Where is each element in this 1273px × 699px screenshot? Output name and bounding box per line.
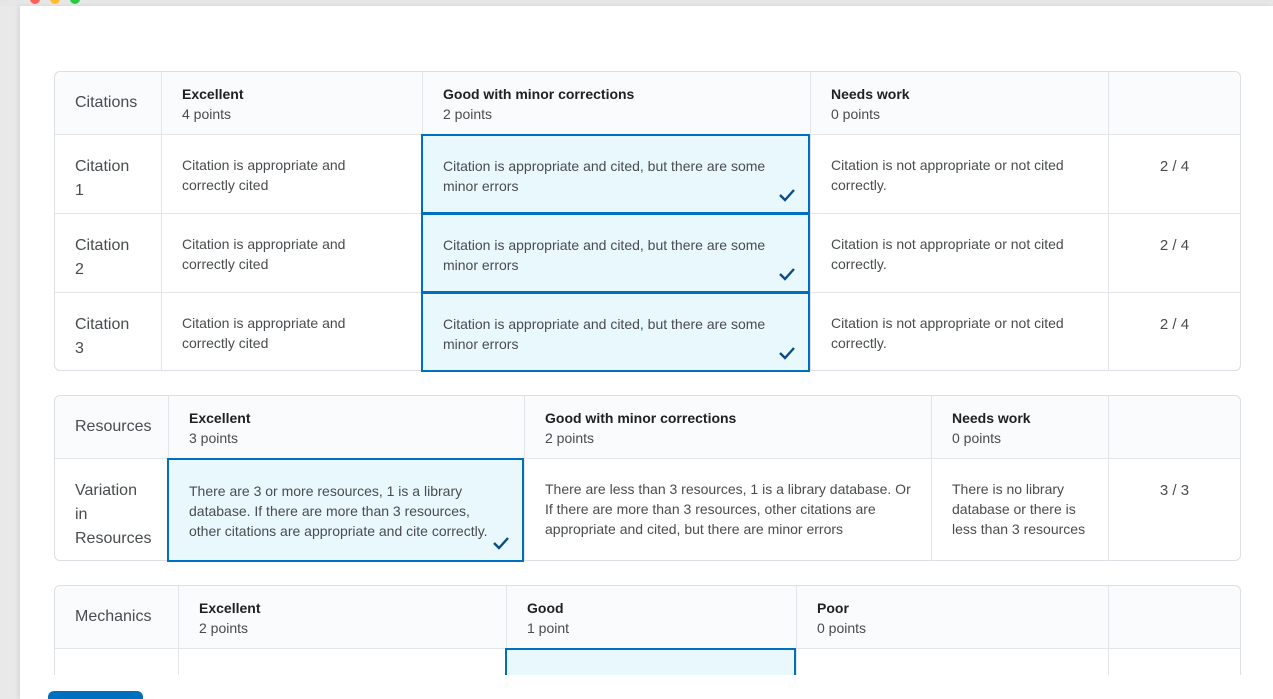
- level-points: 2 points: [545, 430, 595, 446]
- level-points: 4 points: [182, 106, 232, 122]
- checkmark-icon: [778, 267, 796, 281]
- level-name: Excellent: [199, 600, 261, 616]
- level-description-cell[interactable]: Citation is not appropriate or not cited…: [810, 135, 1108, 213]
- criterion-name: [55, 649, 178, 675]
- criterion-score: [1108, 649, 1240, 675]
- criterion-score: 2 / 4: [1108, 214, 1240, 292]
- level-description-text: There are 3 or more resources, 1 is a li…: [189, 483, 488, 539]
- checkmark-icon: [778, 188, 796, 202]
- rubric-resources: Resources Excellent 3 points Good with m…: [54, 395, 1241, 562]
- level-description-cell[interactable]: Citation is appropriate and correctly ci…: [161, 214, 422, 292]
- criterion-score: 2 / 4: [1108, 293, 1240, 371]
- level-name: Needs work: [952, 410, 1031, 426]
- rubric-header-row: Resources Excellent 3 points Good with m…: [55, 396, 1240, 458]
- level-header-poor: Poor 0 points: [796, 586, 1108, 648]
- criterion-score: 3 / 3: [1108, 459, 1240, 561]
- level-points: 0 points: [817, 620, 867, 636]
- level-description-cell[interactable]: [796, 649, 1108, 675]
- level-points: 3 points: [189, 430, 239, 446]
- level-name: Excellent: [189, 410, 251, 426]
- rubric-header-row: Citations Excellent 4 points Good with m…: [55, 72, 1240, 134]
- level-description-cell-selected[interactable]: Citation is appropriate and cited, but t…: [421, 213, 810, 293]
- level-description-cell-selected[interactable]: Citation is appropriate and cited, but t…: [421, 134, 810, 214]
- level-header-excellent: Excellent 3 points: [168, 396, 524, 458]
- criterion-group-label: Citations: [75, 94, 138, 111]
- level-description-cell[interactable]: Citation is appropriate and correctly ci…: [161, 135, 422, 213]
- criterion-row: Variation in Resources There are 3 or mo…: [55, 458, 1240, 562]
- level-name: Good with minor corrections: [443, 86, 635, 102]
- close-window-icon[interactable]: [30, 0, 40, 4]
- level-name: Poor: [817, 600, 849, 616]
- criterion-name: Citation 1: [75, 158, 130, 199]
- level-points: 0 points: [952, 430, 1002, 446]
- criterion-row: [55, 648, 1240, 675]
- level-points: 0 points: [831, 106, 881, 122]
- level-description-cell[interactable]: Citation is appropriate and correctly ci…: [161, 293, 422, 371]
- rubric-citations: Citations Excellent 4 points Good with m…: [54, 71, 1241, 372]
- criterion-row: Citation 1 Citation is appropriate and c…: [55, 134, 1240, 214]
- level-header-excellent: Excellent 4 points: [161, 72, 422, 134]
- level-points: 2 points: [199, 620, 249, 636]
- criterion-row: Citation 3 Citation is appropriate and c…: [55, 292, 1240, 372]
- level-description-text: Citation is appropriate and cited, but t…: [443, 237, 766, 273]
- level-description-cell[interactable]: There is no library database or there is…: [931, 459, 1108, 561]
- rubric-header-row: Mechanics Excellent 2 points Good 1 poin…: [55, 586, 1240, 648]
- level-name: Good: [527, 600, 564, 616]
- page-content: Citations Excellent 4 points Good with m…: [20, 6, 1273, 699]
- level-header-good: Good with minor corrections 2 points: [422, 72, 810, 134]
- criterion-group-label: Mechanics: [75, 608, 152, 625]
- level-name: Needs work: [831, 86, 910, 102]
- criterion-name: Variation in Resources: [75, 482, 152, 547]
- level-name: Excellent: [182, 86, 244, 102]
- level-header-good: Good with minor corrections 2 points: [524, 396, 931, 458]
- primary-action-button[interactable]: [48, 691, 143, 699]
- minimize-window-icon[interactable]: [50, 0, 60, 4]
- level-description-cell[interactable]: Citation is not appropriate or not cited…: [810, 293, 1108, 371]
- score-header: [1108, 396, 1240, 458]
- level-description-cell-selected[interactable]: Citation is appropriate and cited, but t…: [421, 292, 810, 372]
- level-points: 1 point: [527, 620, 570, 636]
- level-description-text: Citation is appropriate and cited, but t…: [443, 158, 766, 194]
- criterion-group-label: Resources: [75, 418, 152, 435]
- level-description-cell[interactable]: There are less than 3 resources, 1 is a …: [524, 459, 931, 561]
- level-description-cell[interactable]: Citation is not appropriate or not cited…: [810, 214, 1108, 292]
- score-header: [1108, 72, 1240, 134]
- level-header-needs-work: Needs work 0 points: [931, 396, 1108, 458]
- level-header-good: Good 1 point: [506, 586, 796, 648]
- rubric-mechanics: Mechanics Excellent 2 points Good 1 poin…: [54, 585, 1241, 675]
- level-description-text: Citation is appropriate and cited, but t…: [443, 316, 766, 352]
- checkmark-icon: [492, 536, 510, 550]
- checkmark-icon: [778, 346, 796, 360]
- level-name: Good with minor corrections: [545, 410, 737, 426]
- criterion-row: Citation 2 Citation is appropriate and c…: [55, 213, 1240, 293]
- level-points: 2 points: [443, 106, 493, 122]
- criterion-name: Citation 2: [75, 237, 130, 278]
- level-header-needs-work: Needs work 0 points: [810, 72, 1108, 134]
- criterion-score: 2 / 4: [1108, 135, 1240, 213]
- criterion-name: Citation 3: [75, 316, 130, 357]
- level-description-cell[interactable]: [178, 649, 506, 675]
- level-header-excellent: Excellent 2 points: [178, 586, 506, 648]
- rubric-viewport: Citations Excellent 4 points Good with m…: [54, 71, 1241, 675]
- maximize-window-icon[interactable]: [70, 0, 80, 4]
- level-description-cell-selected[interactable]: [505, 648, 796, 675]
- level-description-cell-selected[interactable]: There are 3 or more resources, 1 is a li…: [167, 458, 524, 562]
- score-header: [1108, 586, 1240, 648]
